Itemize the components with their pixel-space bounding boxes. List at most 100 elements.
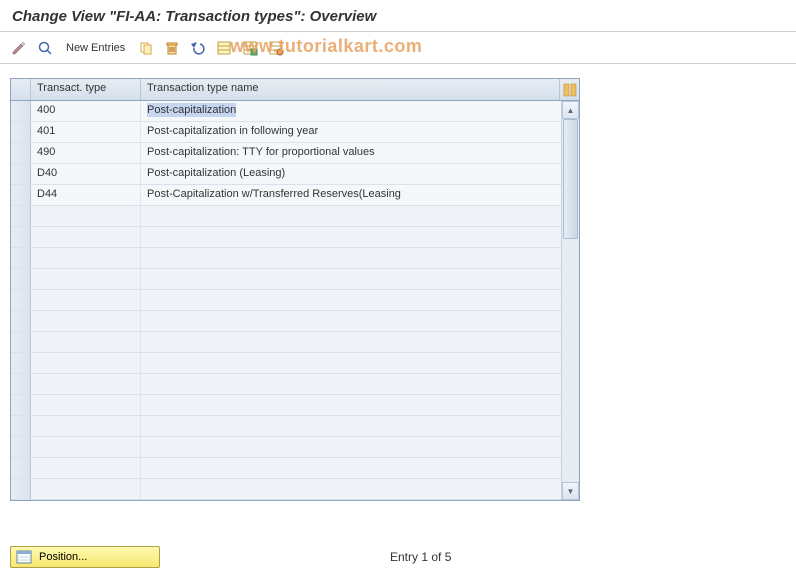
details-icon[interactable] — [34, 37, 56, 59]
cell-name[interactable]: Post-capitalization in following year — [141, 122, 561, 142]
row-selector[interactable] — [11, 227, 31, 247]
cell-type[interactable] — [31, 374, 141, 394]
vertical-scrollbar: ▲ ▼ — [561, 101, 579, 500]
row-selector[interactable] — [11, 290, 31, 310]
cell-name[interactable] — [141, 332, 561, 352]
table-row — [11, 395, 561, 416]
cell-type[interactable] — [31, 332, 141, 352]
row-selector[interactable] — [11, 143, 31, 163]
table-row — [11, 332, 561, 353]
column-header-type[interactable]: Transact. type — [31, 79, 141, 100]
table-row — [11, 437, 561, 458]
table-row: 490Post-capitalization: TTY for proporti… — [11, 143, 561, 164]
page-title: Change View "FI-AA: Transaction types": … — [0, 0, 796, 32]
scroll-thumb[interactable] — [563, 119, 578, 239]
position-icon — [15, 549, 33, 565]
column-header-name[interactable]: Transaction type name — [141, 79, 559, 100]
cell-name[interactable]: Post-capitalization: TTY for proportiona… — [141, 143, 561, 163]
cell-type[interactable] — [31, 227, 141, 247]
select-all-icon[interactable] — [213, 37, 235, 59]
cell-type[interactable] — [31, 353, 141, 373]
row-selector[interactable] — [11, 248, 31, 268]
config-icon[interactable] — [265, 37, 287, 59]
copy-icon[interactable] — [135, 37, 157, 59]
row-selector[interactable] — [11, 311, 31, 331]
cell-name[interactable] — [141, 311, 561, 331]
cell-name[interactable] — [141, 395, 561, 415]
row-selector[interactable] — [11, 437, 31, 457]
cell-name[interactable] — [141, 248, 561, 268]
cell-name[interactable] — [141, 458, 561, 478]
cell-name[interactable]: Post-Capitalization w/Transferred Reserv… — [141, 185, 561, 205]
cell-name[interactable]: Post-capitalization — [141, 101, 561, 121]
row-selector[interactable] — [11, 416, 31, 436]
cell-name[interactable] — [141, 479, 561, 499]
cell-type[interactable] — [31, 248, 141, 268]
table-row: 401Post-capitalization in following year — [11, 122, 561, 143]
cell-type[interactable] — [31, 395, 141, 415]
cell-type[interactable] — [31, 416, 141, 436]
deselect-all-icon[interactable] — [239, 37, 261, 59]
cell-name[interactable] — [141, 353, 561, 373]
row-selector[interactable] — [11, 101, 31, 121]
toggle-change-icon[interactable] — [8, 37, 30, 59]
row-selector[interactable] — [11, 395, 31, 415]
cell-type[interactable]: D44 — [31, 185, 141, 205]
cell-name[interactable] — [141, 206, 561, 226]
row-selector[interactable] — [11, 185, 31, 205]
row-selector[interactable] — [11, 353, 31, 373]
table-row — [11, 374, 561, 395]
row-selector[interactable] — [11, 206, 31, 226]
cell-type[interactable] — [31, 458, 141, 478]
cell-name[interactable] — [141, 227, 561, 247]
row-selector[interactable] — [11, 479, 31, 499]
table-config-icon[interactable] — [559, 79, 579, 100]
cell-type[interactable] — [31, 206, 141, 226]
row-selector[interactable] — [11, 374, 31, 394]
table-row — [11, 290, 561, 311]
table-row — [11, 269, 561, 290]
delete-icon[interactable] — [161, 37, 183, 59]
new-entries-button[interactable]: New Entries — [60, 40, 131, 56]
cell-type[interactable]: D40 — [31, 164, 141, 184]
table-row — [11, 416, 561, 437]
cell-name[interactable] — [141, 374, 561, 394]
cell-name[interactable] — [141, 437, 561, 457]
scroll-up-button[interactable]: ▲ — [562, 101, 579, 119]
table-row: 400Post-capitalization — [11, 101, 561, 122]
scroll-down-button[interactable]: ▼ — [562, 482, 579, 500]
scroll-track[interactable] — [562, 119, 579, 482]
table-row — [11, 311, 561, 332]
cell-type[interactable]: 401 — [31, 122, 141, 142]
row-selector[interactable] — [11, 332, 31, 352]
row-selector[interactable] — [11, 458, 31, 478]
table-row: D40Post-capitalization (Leasing) — [11, 164, 561, 185]
position-button[interactable]: Position... — [10, 546, 160, 568]
table-body: 400Post-capitalization401Post-capitaliza… — [11, 101, 561, 500]
cell-type[interactable]: 400 — [31, 101, 141, 121]
cell-type[interactable] — [31, 290, 141, 310]
cell-name[interactable] — [141, 416, 561, 436]
table-row — [11, 248, 561, 269]
cell-name[interactable]: Post-capitalization (Leasing) — [141, 164, 561, 184]
cell-type[interactable] — [31, 437, 141, 457]
cell-name[interactable] — [141, 269, 561, 289]
cell-type[interactable] — [31, 311, 141, 331]
cell-type[interactable] — [31, 479, 141, 499]
cell-type[interactable] — [31, 269, 141, 289]
table-container: Transact. type Transaction type name 400… — [10, 78, 580, 501]
table-row — [11, 206, 561, 227]
row-selector[interactable] — [11, 269, 31, 289]
cell-name[interactable] — [141, 290, 561, 310]
table-row — [11, 458, 561, 479]
table-header: Transact. type Transaction type name — [11, 79, 579, 101]
table-row: D44Post-Capitalization w/Transferred Res… — [11, 185, 561, 206]
row-selector[interactable] — [11, 164, 31, 184]
row-selector-header[interactable] — [11, 79, 31, 100]
undo-icon[interactable] — [187, 37, 209, 59]
entry-counter: Entry 1 of 5 — [390, 550, 451, 564]
row-selector[interactable] — [11, 122, 31, 142]
footer: Position... Entry 1 of 5 — [10, 546, 786, 568]
cell-type[interactable]: 490 — [31, 143, 141, 163]
position-label: Position... — [39, 551, 87, 563]
